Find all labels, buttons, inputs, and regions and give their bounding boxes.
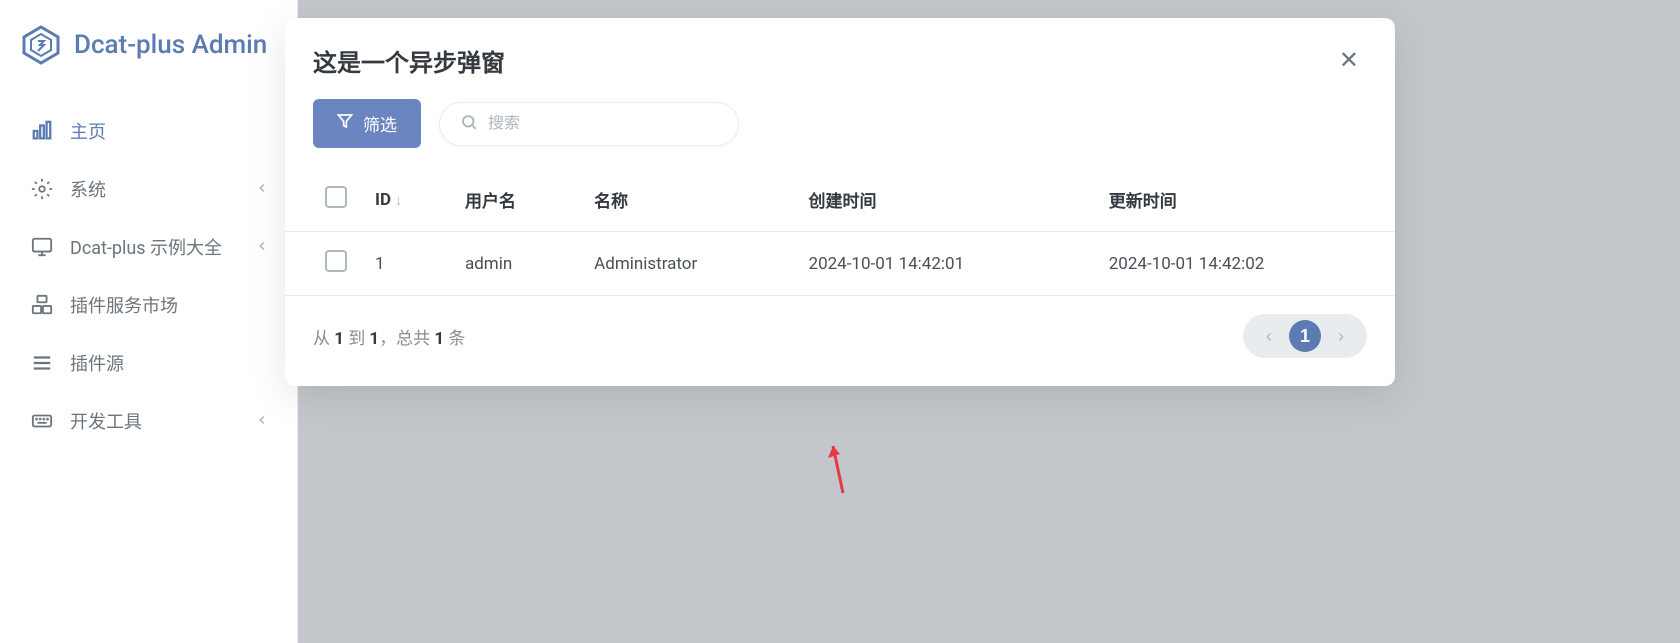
sidebar-item-plugin-market[interactable]: 插件服务市场 <box>0 276 297 334</box>
sidebar-item-examples[interactable]: Dcat-plus 示例大全 <box>0 218 297 276</box>
col-username[interactable]: 用户名 <box>451 168 580 232</box>
col-checkbox <box>285 168 361 232</box>
sidebar: Dcat-plus Admin 主页 系统 <box>0 0 298 643</box>
nav-label: Dcat-plus 示例大全 <box>70 234 255 260</box>
data-table: ID↓ 用户名 名称 创建时间 更新时间 1 admin Administrat… <box>285 168 1395 296</box>
search-icon <box>460 113 478 135</box>
modal-footer: 从 1 到 1，总共 1 条 ‹ 1 › <box>285 296 1395 386</box>
col-updated[interactable]: 更新时间 <box>1095 168 1395 232</box>
nav-label: 插件服务市场 <box>70 292 269 318</box>
nav-label: 主页 <box>70 118 269 144</box>
modal-header: 这是一个异步弹窗 ✕ <box>285 18 1395 99</box>
sort-desc-icon: ↓ <box>395 193 402 209</box>
chevron-left-icon <box>255 411 269 432</box>
pagination-info: 从 1 到 1，总共 1 条 <box>313 324 465 349</box>
chevron-left-icon: ‹ <box>1266 326 1272 347</box>
col-id[interactable]: ID↓ <box>361 168 451 232</box>
page-number-button[interactable]: 1 <box>1289 320 1321 352</box>
search-input[interactable] <box>488 115 718 133</box>
sidebar-item-system[interactable]: 系统 <box>0 160 297 218</box>
sidebar-item-home[interactable]: 主页 <box>0 102 297 160</box>
monitor-icon <box>28 236 56 258</box>
filter-label: 筛选 <box>363 111 397 136</box>
modal-title: 这是一个异步弹窗 <box>313 43 505 78</box>
boxes-icon <box>28 294 56 316</box>
pagination: ‹ 1 › <box>1243 314 1367 358</box>
sidebar-item-dev-tools[interactable]: 开发工具 <box>0 392 297 450</box>
cell-created: 2024-10-01 14:42:01 <box>795 232 1095 296</box>
chevron-left-icon <box>255 179 269 200</box>
modal-close-button[interactable]: ✕ <box>1331 42 1367 79</box>
chevron-right-icon: › <box>1338 326 1344 347</box>
brand[interactable]: Dcat-plus Admin <box>0 0 297 94</box>
nav: 主页 系统 Dcat-plus 示例大全 <box>0 94 297 458</box>
cell-updated: 2024-10-01 14:42:02 <box>1095 232 1395 296</box>
modal: 这是一个异步弹窗 ✕ 筛选 ID <box>285 18 1395 386</box>
close-icon: ✕ <box>1339 47 1359 74</box>
nav-label: 开发工具 <box>70 408 255 434</box>
sidebar-item-plugin-source[interactable]: 插件源 <box>0 334 297 392</box>
brand-logo-icon <box>20 24 62 66</box>
bar-chart-icon <box>28 120 56 142</box>
col-created[interactable]: 创建时间 <box>795 168 1095 232</box>
table-header-row: ID↓ 用户名 名称 创建时间 更新时间 <box>285 168 1395 232</box>
page-prev-button[interactable]: ‹ <box>1253 320 1285 352</box>
page-next-button[interactable]: › <box>1325 320 1357 352</box>
brand-text: Dcat-plus Admin <box>74 30 267 60</box>
chevron-left-icon <box>255 237 269 258</box>
keyboard-icon <box>28 410 56 432</box>
row-checkbox[interactable] <box>325 250 347 272</box>
lines-icon <box>28 352 56 374</box>
nav-label: 系统 <box>70 176 255 202</box>
col-name[interactable]: 名称 <box>580 168 794 232</box>
table-row[interactable]: 1 admin Administrator 2024-10-01 14:42:0… <box>285 232 1395 296</box>
modal-toolbar: 筛选 <box>285 99 1395 168</box>
nav-label: 插件源 <box>70 350 269 376</box>
gear-icon <box>28 178 56 200</box>
select-all-checkbox[interactable] <box>325 186 347 208</box>
filter-icon <box>337 113 353 134</box>
cell-name: Administrator <box>580 232 794 296</box>
cell-id: 1 <box>361 232 451 296</box>
cell-checkbox <box>285 232 361 296</box>
search-wrap[interactable] <box>439 102 739 146</box>
filter-button[interactable]: 筛选 <box>313 99 421 148</box>
cell-username: admin <box>451 232 580 296</box>
